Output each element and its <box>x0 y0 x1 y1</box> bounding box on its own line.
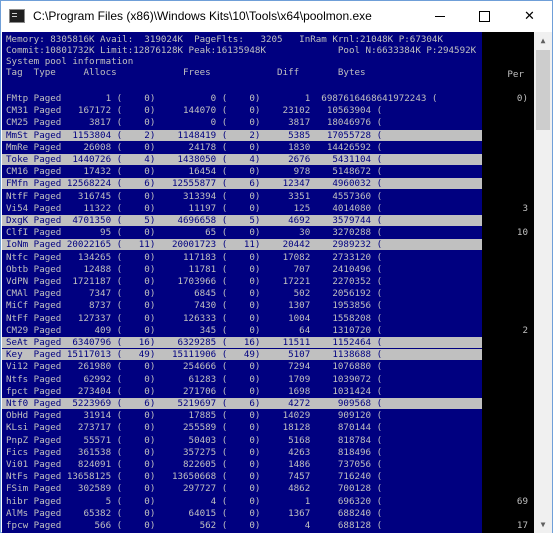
pool-table-row: Fics Paged 361538 ( 0) 357275 ( 0) 4263 … <box>6 447 383 458</box>
scroll-thumb[interactable] <box>536 50 550 130</box>
pool-table-row: Vi01 Paged 824091 ( 0) 822605 ( 0) 1486 … <box>6 459 383 470</box>
pool-table-row: CM16 Paged 17432 ( 0) 16454 ( 0) 978 514… <box>6 166 383 177</box>
pool-table-row: Vi54 Paged 11322 ( 0) 11197 ( 0) 125 401… <box>6 203 383 214</box>
pool-table-row: Vi12 Paged 261980 ( 0) 254666 ( 0) 7294 … <box>6 361 383 372</box>
pool-table-row: Key Paged 15117013 ( 49) 15111906 ( 49) … <box>2 349 482 360</box>
pool-table-row: NtfF Paged 316745 ( 0) 313394 ( 0) 3351 … <box>6 191 383 202</box>
column-headers: Tag Type Allocs Frees Diff Bytes <box>6 67 366 78</box>
console-window: C:\Program Files (x86)\Windows Kits\10\T… <box>0 0 553 533</box>
pool-table-row: Obtb Paged 12488 ( 0) 11781 ( 0) 707 241… <box>6 264 383 275</box>
pool-table-row: IoNm Paged 20022165 ( 11) 20001723 ( 11)… <box>2 239 482 250</box>
console-output[interactable]: Memory: 8305816K Avail: 319024K PageFlts… <box>2 32 534 533</box>
pool-table-row: Toke Paged 1440726 ( 4) 1438050 ( 4) 267… <box>2 154 482 165</box>
pool-table-row: MiCf Paged 8737 ( 0) 7430 ( 0) 1307 1953… <box>6 300 383 311</box>
per-value: 17 <box>516 520 528 531</box>
pool-table-row: KLsi Paged 273717 ( 0) 255589 ( 0) 18128… <box>6 422 383 433</box>
section-title: System pool information <box>6 56 134 67</box>
pool-table-row: Ntfc Paged 134265 ( 0) 117183 ( 0) 17082… <box>6 252 383 263</box>
pool-table-row: FSim Paged 302589 ( 0) 297727 ( 0) 4862 … <box>6 483 383 494</box>
maximize-icon <box>479 11 490 22</box>
pool-table-row: VdPN Paged 1721187 ( 0) 1703966 ( 0) 172… <box>6 276 383 287</box>
pool-table-row: PnpZ Paged 55571 ( 0) 50403 ( 0) 5168 81… <box>6 435 383 446</box>
per-value: 0) <box>516 93 528 104</box>
close-button[interactable]: ✕ <box>507 1 552 32</box>
pool-table-row: AlMs Paged 65382 ( 0) 64015 ( 0) 1367 68… <box>6 508 383 519</box>
pool-table-row: FMtp Paged 1 ( 0) 0 ( 0) 1 6987616468641… <box>6 93 438 104</box>
pool-table-row: CM29 Paged 409 ( 0) 345 ( 0) 64 1310720 … <box>6 325 383 336</box>
per-column-header: Per <box>507 69 524 80</box>
pool-table-row: Ntfs Paged 62992 ( 0) 61283 ( 0) 1709 10… <box>6 374 383 385</box>
vertical-scrollbar[interactable]: ▲ ▼ <box>534 32 552 533</box>
minimize-icon <box>434 16 445 17</box>
per-value: 3 <box>522 203 528 214</box>
pool-table-row: NtFf Paged 127337 ( 0) 126333 ( 0) 1004 … <box>6 313 383 324</box>
pool-table-row: CMAl Paged 7347 ( 0) 6845 ( 0) 502 20561… <box>6 288 383 299</box>
pool-table-row: SeAt Paged 6340796 ( 16) 6329285 ( 16) 1… <box>2 337 482 348</box>
pool-table-row: MmSt Paged 1153804 ( 2) 1148419 ( 2) 538… <box>2 130 482 141</box>
per-value: 69 <box>516 496 528 507</box>
title-bar[interactable]: C:\Program Files (x86)\Windows Kits\10\T… <box>1 1 552 32</box>
pool-table-row: hibr Paged 5 ( 0) 4 ( 0) 1 696320 ( <box>6 496 383 507</box>
pool-table-row: CM31 Paged 167172 ( 0) 144070 ( 0) 23102… <box>6 105 383 116</box>
scroll-down-icon[interactable]: ▼ <box>534 516 552 533</box>
maximize-button[interactable] <box>462 1 507 32</box>
scroll-up-icon[interactable]: ▲ <box>534 32 552 49</box>
pool-table-row: Ntf0 Paged 5223969 ( 6) 5219697 ( 6) 427… <box>2 398 482 409</box>
pool-table-row: DxgK Paged 4701350 ( 5) 4696658 ( 5) 469… <box>2 215 482 226</box>
pool-table-row: MmRe Paged 26008 ( 0) 24178 ( 0) 1830 14… <box>6 142 383 153</box>
pool-table-row: ObHd Paged 31914 ( 0) 17885 ( 0) 14029 9… <box>6 410 383 421</box>
pool-table-row: NtFs Paged 13658125 ( 0) 13650668 ( 0) 7… <box>6 471 383 482</box>
window-title: C:\Program Files (x86)\Windows Kits\10\T… <box>33 9 372 23</box>
pool-table-row: CM25 Paged 3817 ( 0) 0 ( 0) 3817 1804697… <box>6 117 383 128</box>
per-column <box>482 32 534 533</box>
per-value: 2 <box>522 325 528 336</box>
close-icon: ✕ <box>524 9 535 24</box>
per-value: 10 <box>516 227 528 238</box>
console-app-icon <box>9 9 25 23</box>
pool-table-row: FMfn Paged 12568224 ( 6) 12555877 ( 6) 1… <box>2 178 482 189</box>
minimize-button[interactable] <box>417 1 462 32</box>
pool-table-row: ClfI Paged 95 ( 0) 65 ( 0) 30 3270288 ( <box>6 227 383 238</box>
memory-stats-line: Memory: 8305816K Avail: 319024K PageFlts… <box>6 34 443 45</box>
pool-table-row: fpct Paged 273404 ( 0) 271706 ( 0) 1698 … <box>6 386 383 397</box>
commit-stats-line: Commit:10801732K Limit:12876128K Peak:16… <box>6 45 477 56</box>
pool-table-row: fpcw Paged 566 ( 0) 562 ( 0) 4 688128 ( <box>6 520 383 531</box>
